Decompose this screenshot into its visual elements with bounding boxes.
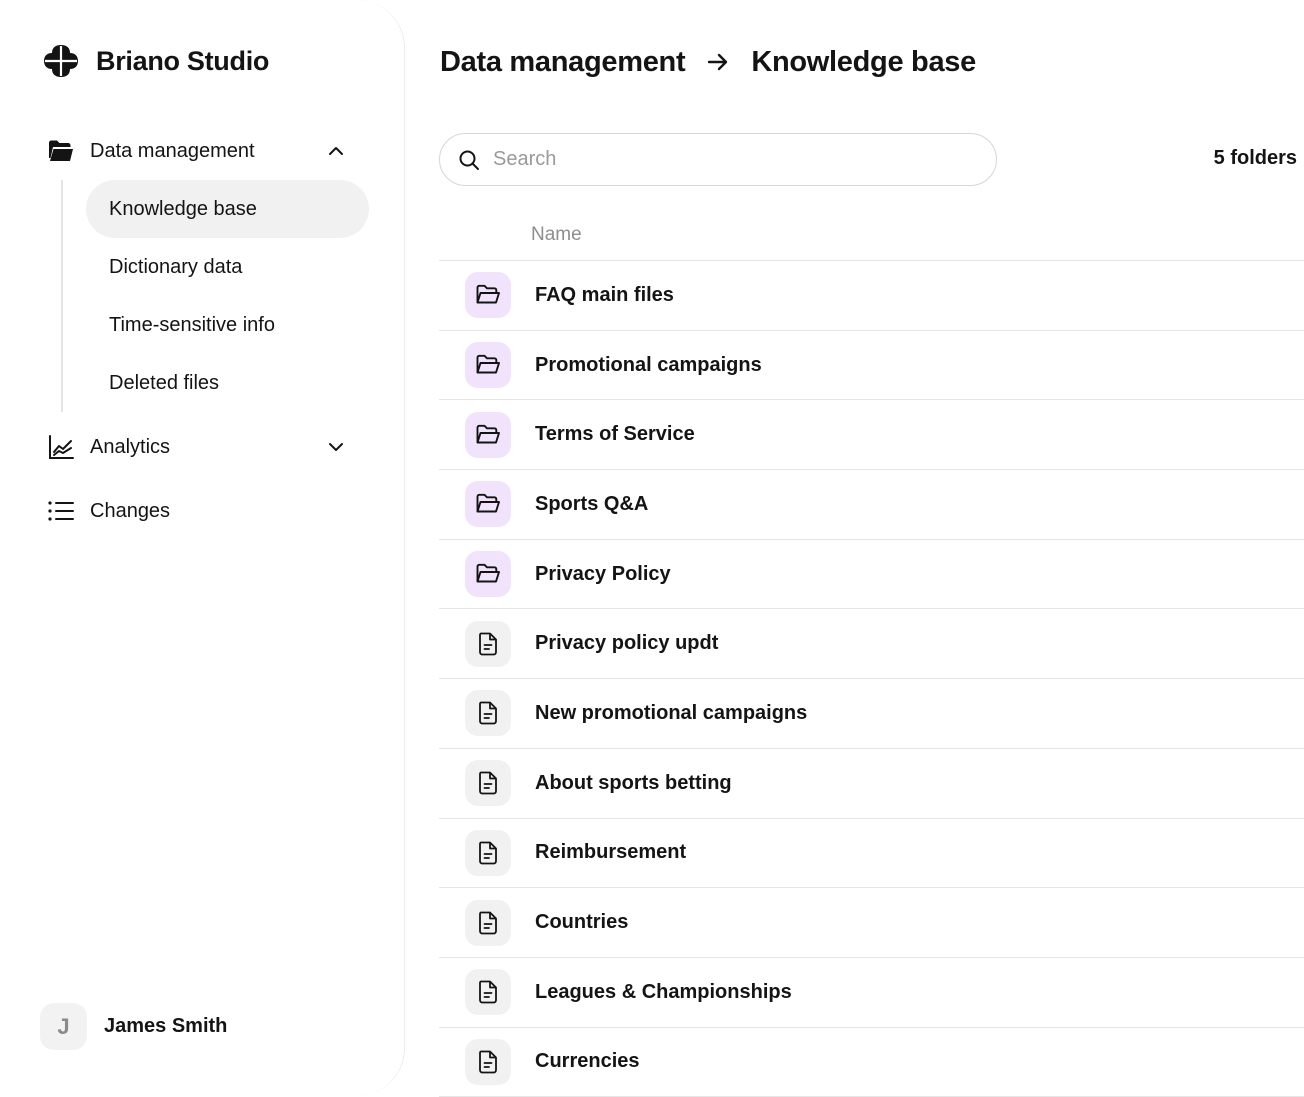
file-icon xyxy=(465,899,511,946)
column-header-name[interactable]: Name xyxy=(531,224,582,246)
user-profile[interactable]: J James Smith xyxy=(40,1003,227,1050)
chevron-down-icon[interactable] xyxy=(326,437,346,457)
file-row[interactable]: About sports betting xyxy=(439,749,1304,819)
app-name: Briano Studio xyxy=(96,45,270,76)
file-list: FAQ main files Promotional campaigns Terms… xyxy=(439,261,1304,1097)
page-title: Knowledge base xyxy=(751,45,976,78)
folder-row[interactable]: Promotional campaigns xyxy=(439,331,1304,401)
folder-row[interactable]: FAQ main files xyxy=(439,261,1304,331)
row-name: Currencies xyxy=(535,1050,640,1073)
file-icon xyxy=(465,1038,511,1085)
chevron-up-icon[interactable] xyxy=(326,141,346,161)
search-box[interactable] xyxy=(439,133,997,186)
row-name: Leagues & Championships xyxy=(535,980,792,1003)
subnav-knowledge-base[interactable]: Knowledge base xyxy=(86,180,369,238)
brand[interactable]: Briano Studio xyxy=(42,42,269,80)
file-row[interactable]: Countries xyxy=(439,888,1304,958)
file-row[interactable]: New promotional campaigns xyxy=(439,679,1304,749)
file-row[interactable]: Currencies xyxy=(439,1028,1304,1097)
row-name: Countries xyxy=(535,911,629,934)
breadcrumb-parent[interactable]: Data management xyxy=(440,46,686,79)
subnav-dictionary-data[interactable]: Dictionary data xyxy=(86,238,369,296)
row-name: Sports Q&A xyxy=(535,492,649,515)
row-name: Reimbursement xyxy=(535,841,687,864)
search-input[interactable] xyxy=(493,148,973,171)
file-row[interactable]: Leagues & Championships xyxy=(439,958,1304,1028)
folder-row[interactable]: Terms of Service xyxy=(439,400,1304,471)
row-name: FAQ main files xyxy=(535,283,674,306)
user-name: James Smith xyxy=(104,1015,228,1037)
nav-analytics[interactable]: Analytics xyxy=(46,427,350,467)
list-icon xyxy=(46,496,76,526)
folder-icon xyxy=(465,272,511,319)
subnav-time-sensitive-info[interactable]: Time-sensitive info xyxy=(86,296,369,354)
file-row[interactable]: Privacy policy updt xyxy=(439,609,1304,680)
subnav-deleted-files[interactable]: Deleted files xyxy=(86,354,369,412)
folder-row[interactable]: Privacy Policy xyxy=(439,540,1304,610)
nav-label: Analytics xyxy=(90,435,171,458)
table-header: Name xyxy=(439,212,1304,261)
search-icon xyxy=(459,150,479,170)
chart-icon xyxy=(46,432,76,462)
file-icon xyxy=(465,620,511,667)
folder-row[interactable]: Sports Q&A xyxy=(439,470,1304,540)
file-icon xyxy=(465,969,511,1016)
file-icon xyxy=(465,690,511,737)
nav-changes[interactable]: Changes xyxy=(46,491,350,531)
sidebar: Briano Studio Data management Knowledge … xyxy=(0,0,405,1096)
folder-count: 5 folders xyxy=(1213,147,1297,169)
row-name: About sports betting xyxy=(535,771,732,794)
file-icon xyxy=(465,829,511,876)
nav-label: Data management xyxy=(90,139,255,162)
breadcrumb: Data management Knowledge base xyxy=(440,42,976,82)
row-name: Promotional campaigns xyxy=(535,353,762,376)
folder-icon xyxy=(46,136,76,166)
file-row[interactable]: Reimbursement xyxy=(439,819,1304,889)
arrow-right-icon xyxy=(708,53,728,71)
nav-label: Changes xyxy=(90,499,171,522)
subnav-guide-line xyxy=(61,180,63,412)
nav-data-management[interactable]: Data management xyxy=(46,131,350,171)
folder-icon xyxy=(465,551,511,598)
avatar: J xyxy=(40,1003,87,1050)
row-name: Terms of Service xyxy=(535,423,695,446)
folder-icon xyxy=(465,411,511,458)
folder-icon xyxy=(465,481,511,528)
brand-logo-icon xyxy=(44,45,78,77)
row-name: Privacy policy updt xyxy=(535,632,719,655)
folder-icon xyxy=(465,342,511,389)
row-name: Privacy Policy xyxy=(535,562,671,585)
row-name: New promotional campaigns xyxy=(535,701,808,724)
file-icon xyxy=(465,760,511,807)
